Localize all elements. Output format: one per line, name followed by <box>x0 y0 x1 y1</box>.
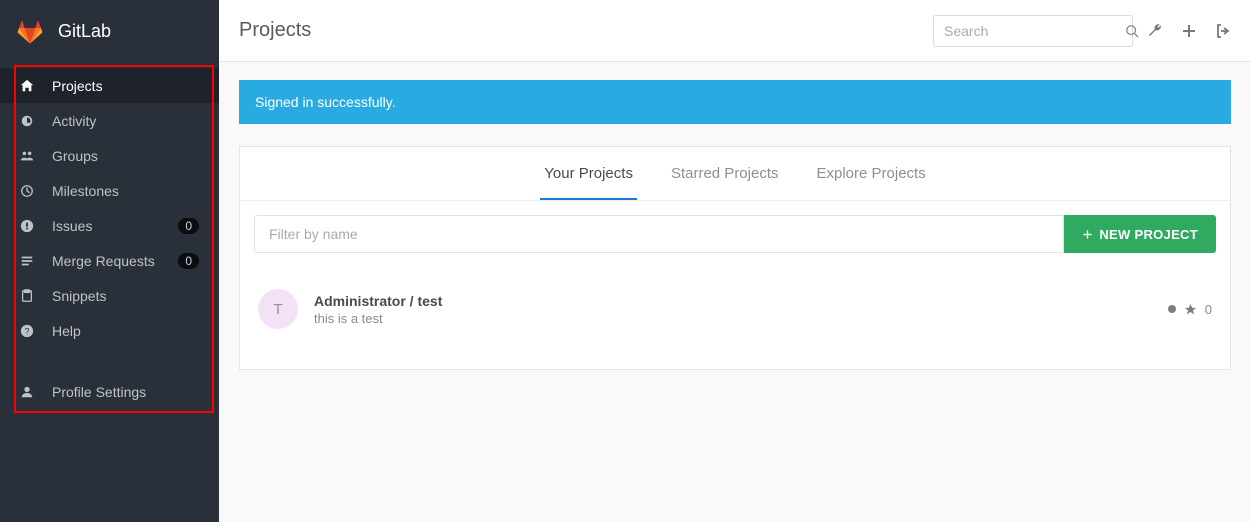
sidebar-item-label: Merge Requests <box>52 253 178 269</box>
wrench-icon[interactable] <box>1147 23 1163 39</box>
sidebar: GitLab Projects Activity Groups <box>0 0 219 522</box>
main: Projects Signed in su <box>219 0 1251 522</box>
gitlab-logo-icon <box>16 17 44 45</box>
flash-message: Signed in successfully. <box>239 80 1231 124</box>
new-project-button[interactable]: NEW PROJECT <box>1064 215 1216 253</box>
sidebar-nav: Projects Activity Groups Milestones <box>0 68 219 348</box>
star-count: 0 <box>1205 302 1212 317</box>
content: Signed in successfully. Your Projects St… <box>219 62 1251 522</box>
brand[interactable]: GitLab <box>0 0 219 62</box>
sidebar-item-label: Snippets <box>52 288 199 304</box>
sidebar-item-label: Activity <box>52 113 199 129</box>
project-name[interactable]: Administrator / test <box>314 293 1168 309</box>
exclaim-icon <box>20 219 38 233</box>
project-info: Administrator / test this is a test <box>314 293 1168 326</box>
dashboard-icon <box>20 114 38 128</box>
home-icon <box>20 79 38 93</box>
projects-list: T Administrator / test this is a test 0 <box>240 267 1230 369</box>
sidebar-item-help[interactable]: ? Help <box>0 313 219 348</box>
search-wrap[interactable] <box>933 15 1133 47</box>
tab-explore-projects[interactable]: Explore Projects <box>813 165 930 200</box>
brand-name: GitLab <box>58 21 111 42</box>
user-icon <box>20 385 38 399</box>
filter-row: NEW PROJECT <box>240 201 1230 267</box>
sidebar-item-label: Milestones <box>52 183 199 199</box>
sidebar-nav-secondary: Profile Settings <box>0 374 219 409</box>
flash-text: Signed in successfully. <box>255 94 396 110</box>
clock-icon <box>20 184 38 198</box>
project-description: this is a test <box>314 311 1168 326</box>
sidebar-item-milestones[interactable]: Milestones <box>0 173 219 208</box>
project-row[interactable]: T Administrator / test this is a test 0 <box>254 279 1216 339</box>
sidebar-item-label: Groups <box>52 148 199 164</box>
star-icon[interactable] <box>1184 303 1197 316</box>
page-title: Projects <box>239 19 933 42</box>
project-avatar: T <box>258 289 298 329</box>
tabs: Your Projects Starred Projects Explore P… <box>240 147 1230 201</box>
projects-panel: Your Projects Starred Projects Explore P… <box>239 146 1231 370</box>
sidebar-item-issues[interactable]: Issues 0 <box>0 208 219 243</box>
sidebar-item-profile-settings[interactable]: Profile Settings <box>0 374 219 409</box>
plus-icon <box>1082 229 1093 240</box>
tab-starred-projects[interactable]: Starred Projects <box>667 165 783 200</box>
svg-text:?: ? <box>25 326 30 336</box>
plus-icon[interactable] <box>1181 23 1197 39</box>
filter-input[interactable] <box>254 215 1064 253</box>
sign-out-icon[interactable] <box>1215 23 1231 39</box>
visibility-icon <box>1168 305 1176 313</box>
sidebar-item-label: Help <box>52 323 199 339</box>
question-icon: ? <box>20 324 38 338</box>
group-icon <box>20 149 38 163</box>
sidebar-item-groups[interactable]: Groups <box>0 138 219 173</box>
sidebar-item-label: Profile Settings <box>52 384 199 400</box>
avatar-letter: T <box>273 301 282 318</box>
top-actions <box>1147 23 1231 39</box>
sidebar-item-projects[interactable]: Projects <box>0 68 219 103</box>
project-meta: 0 <box>1168 302 1212 317</box>
new-project-label: NEW PROJECT <box>1099 227 1198 242</box>
merge-icon <box>20 254 38 268</box>
search-icon[interactable] <box>1125 24 1139 38</box>
topbar: Projects <box>219 0 1251 62</box>
tab-your-projects[interactable]: Your Projects <box>540 165 637 200</box>
search-input[interactable] <box>944 23 1125 39</box>
clipboard-icon <box>20 289 38 303</box>
issues-badge: 0 <box>178 218 199 234</box>
sidebar-item-label: Projects <box>52 78 199 94</box>
merge-requests-badge: 0 <box>178 253 199 269</box>
sidebar-item-activity[interactable]: Activity <box>0 103 219 138</box>
sidebar-item-merge-requests[interactable]: Merge Requests 0 <box>0 243 219 278</box>
sidebar-item-label: Issues <box>52 218 178 234</box>
sidebar-item-snippets[interactable]: Snippets <box>0 278 219 313</box>
